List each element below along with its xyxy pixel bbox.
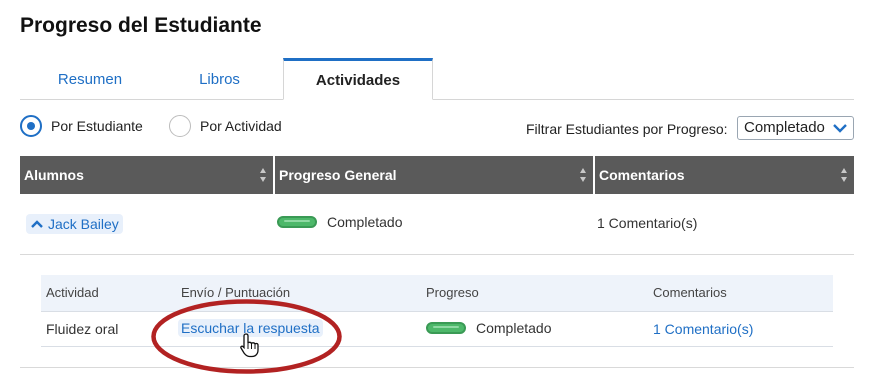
header-alumnos[interactable]: Alumnos: [20, 156, 273, 194]
header-progreso-label: Progreso General: [279, 167, 397, 183]
header-alumnos-label: Alumnos: [24, 167, 84, 183]
subheader-envio: Envío / Puntuación: [181, 285, 291, 300]
radio-selected-icon: [20, 115, 42, 137]
radio-by-student-label: Por Estudiante: [51, 118, 143, 134]
header-comentarios-label: Comentarios: [599, 167, 685, 183]
progress-pill-icon: [277, 216, 317, 228]
sort-icon: [841, 168, 847, 182]
activity-row: Fluidez oral Escuchar la respuesta Compl…: [41, 312, 833, 347]
page-title: Progreso del Estudiante: [20, 14, 262, 37]
divider: [20, 367, 854, 368]
activity-progress: Completado: [426, 320, 552, 336]
header-progreso-general[interactable]: Progreso General: [273, 156, 593, 194]
sort-icon: [260, 168, 266, 182]
student-comments: 1 Comentario(s): [597, 215, 698, 231]
progress-filter-select[interactable]: Completado: [737, 116, 854, 140]
overall-progress-label: Completado: [327, 214, 403, 230]
header-comentarios[interactable]: Comentarios: [593, 156, 854, 194]
subheader-comentarios: Comentarios: [653, 285, 727, 300]
subtable-header: Actividad Envío / Puntuación Progreso Co…: [41, 275, 833, 312]
overall-progress: Completado: [277, 214, 403, 230]
sort-icon: [580, 168, 586, 182]
radio-by-activity[interactable]: Por Actividad: [169, 115, 282, 137]
tab-bar: Resumen Libros Actividades: [20, 58, 854, 100]
chevron-up-icon: [31, 220, 43, 228]
tab-actividades[interactable]: Actividades: [283, 58, 433, 100]
student-name: Jack Bailey: [48, 216, 119, 232]
tab-libros[interactable]: Libros: [160, 58, 279, 99]
tab-resumen[interactable]: Resumen: [20, 58, 160, 99]
student-toggle-link[interactable]: Jack Bailey: [26, 214, 123, 234]
table-row: Jack Bailey Completado 1 Comentario(s): [20, 194, 854, 255]
activity-progress-label: Completado: [476, 320, 552, 336]
radio-unselected-icon: [169, 115, 191, 137]
filter-label: Filtrar Estudiantes por Progreso:: [526, 121, 728, 137]
activity-subtable: Actividad Envío / Puntuación Progreso Co…: [41, 275, 833, 347]
chevron-down-icon: [833, 124, 847, 133]
table-header: Alumnos Progreso General Comentarios: [20, 156, 854, 194]
progress-pill-icon: [426, 322, 466, 334]
progress-filter-value: Completado: [744, 119, 825, 136]
subheader-progreso: Progreso: [426, 285, 479, 300]
hand-pointer-icon: [240, 333, 259, 358]
subheader-actividad: Actividad: [46, 285, 99, 300]
radio-by-student[interactable]: Por Estudiante: [20, 115, 143, 137]
radio-by-activity-label: Por Actividad: [200, 118, 282, 134]
activity-name: Fluidez oral: [46, 321, 119, 337]
activity-comments-link[interactable]: 1 Comentario(s): [653, 321, 753, 337]
